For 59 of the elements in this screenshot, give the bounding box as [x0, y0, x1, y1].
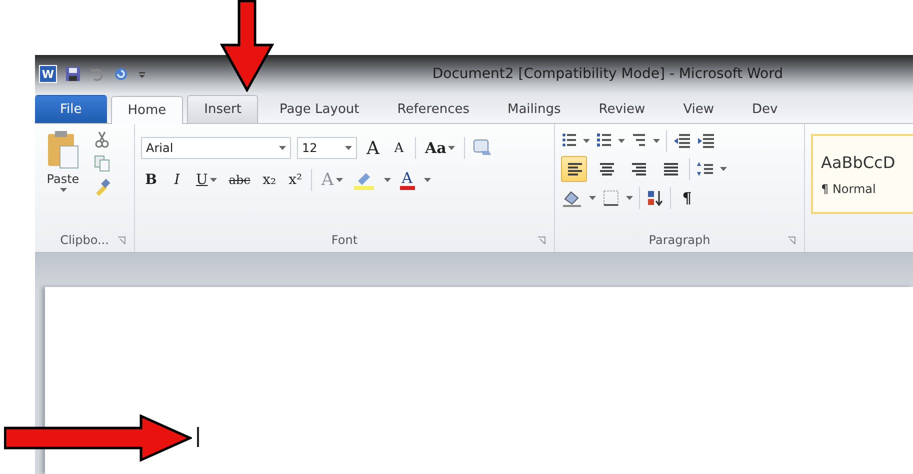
- shrink-font-button[interactable]: A: [389, 136, 409, 160]
- align-left-icon: [566, 162, 582, 176]
- ribbon-tab[interactable]: Page Layout: [262, 95, 376, 123]
- caret-icon: [653, 139, 660, 143]
- group-label: Paragraph: [648, 233, 710, 247]
- caret-icon: [279, 146, 286, 150]
- caret-icon: [618, 139, 625, 143]
- format-button[interactable]: x²: [285, 168, 306, 192]
- format-button[interactable]: I: [167, 168, 187, 192]
- caret-icon: [424, 178, 430, 182]
- app-icon[interactable]: W: [39, 65, 57, 83]
- file-tab[interactable]: File: [35, 95, 107, 123]
- caret-icon: [336, 178, 343, 182]
- ribbon-tab[interactable]: Dev: [735, 95, 795, 123]
- ribbon-tab[interactable]: View: [666, 95, 732, 123]
- group-label: Font: [331, 233, 358, 247]
- format-button[interactable]: x₂: [259, 168, 280, 192]
- caret-icon: [583, 139, 590, 143]
- font-name-field[interactable]: Arial: [141, 137, 291, 159]
- style-gallery-item[interactable]: AaBbCcD ¶ Normal: [811, 134, 913, 214]
- format-button[interactable]: abc: [226, 168, 254, 192]
- caret-icon: [60, 188, 66, 192]
- sort-icon[interactable]: [646, 189, 664, 207]
- change-case-button[interactable]: Aa: [422, 136, 458, 160]
- paste-button[interactable]: Paste: [41, 130, 85, 230]
- show-marks-button[interactable]: ¶: [677, 186, 697, 210]
- caret-icon: [448, 146, 456, 150]
- line-spacing-icon[interactable]: [696, 160, 714, 178]
- grow-font-button[interactable]: A: [363, 136, 383, 160]
- text-cursor: [197, 427, 199, 447]
- ribbon-tab[interactable]: Mailings: [490, 95, 578, 123]
- decrease-indent-icon[interactable]: [673, 132, 691, 150]
- align-justify-icon: [662, 162, 678, 176]
- format-button[interactable]: U: [193, 168, 220, 192]
- font-size-field[interactable]: 12: [297, 137, 357, 159]
- clipboard-icon: [46, 130, 80, 170]
- caret-icon: [626, 196, 633, 200]
- borders-icon[interactable]: [602, 189, 620, 207]
- ribbon-tab[interactable]: References: [380, 95, 486, 123]
- caret-icon: [384, 178, 391, 182]
- font-color-button[interactable]: A: [396, 168, 418, 192]
- align-right-icon: [630, 162, 646, 176]
- shading-icon[interactable]: [561, 189, 583, 207]
- caret-icon: [210, 178, 217, 182]
- ribbon-tab[interactable]: Review: [582, 95, 662, 123]
- align-button[interactable]: [561, 156, 587, 182]
- window-title: Document2 [Compatibility Mode] - Microsoft Word: [432, 66, 783, 82]
- group-label: Clipbo...: [60, 233, 109, 247]
- increase-indent-icon[interactable]: [697, 132, 715, 150]
- scissors-icon[interactable]: [93, 130, 111, 148]
- ribbon-tab[interactable]: Home: [110, 96, 184, 124]
- caret-icon: [589, 196, 596, 200]
- format-button[interactable]: B: [141, 168, 161, 192]
- align-center-icon: [598, 162, 614, 176]
- ribbon-tab[interactable]: Insert: [187, 95, 258, 123]
- caret-icon: [720, 167, 727, 171]
- save-icon[interactable]: [65, 66, 81, 82]
- caret-icon: [345, 146, 352, 150]
- undo-icon[interactable]: [89, 66, 105, 82]
